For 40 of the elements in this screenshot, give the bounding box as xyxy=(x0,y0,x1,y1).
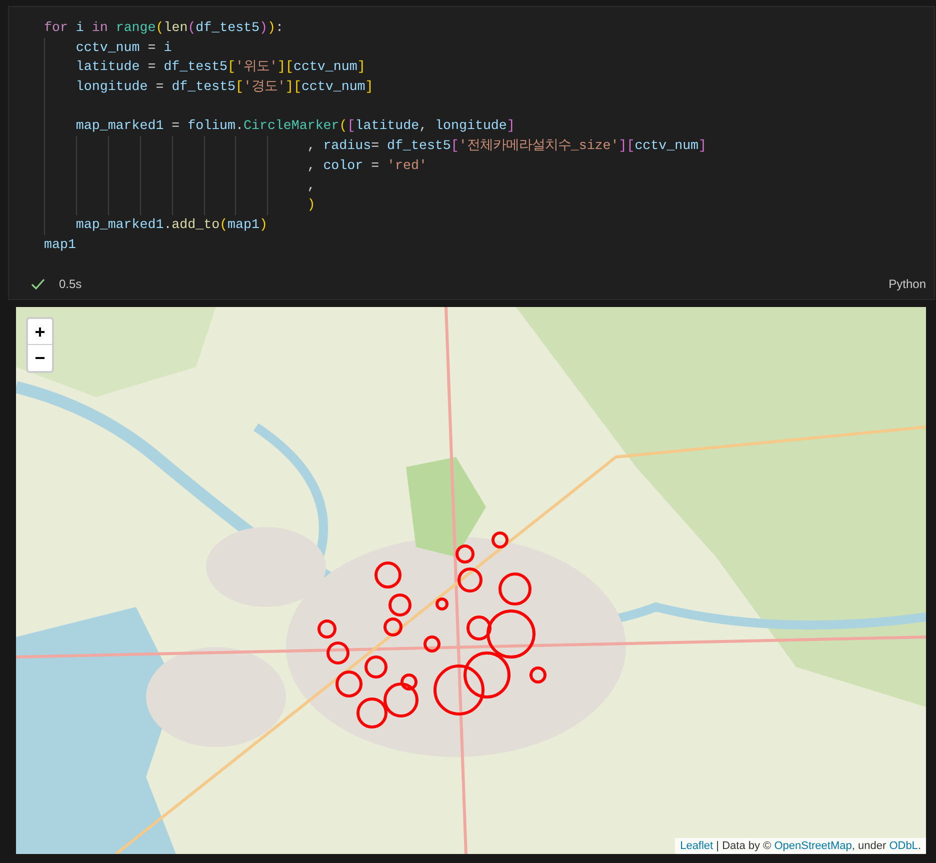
execution-time: 0.5s xyxy=(59,276,82,293)
circle-marker[interactable] xyxy=(456,544,474,564)
map-view[interactable]: + − Leaflet | Data by © OpenStreetMap, under ODbL. xyxy=(16,307,926,854)
circle-marker[interactable] xyxy=(400,674,418,690)
attribution-text: Leaflet | Data by © OpenStreetMap, under ODbL. xyxy=(675,838,926,854)
circle-marker[interactable] xyxy=(434,664,484,716)
attribution-link[interactable]: OpenStreetMap xyxy=(774,840,852,852)
circle-marker[interactable] xyxy=(318,620,336,638)
circle-marker[interactable] xyxy=(466,616,492,640)
circle-marker[interactable] xyxy=(436,598,448,610)
circle-marker[interactable] xyxy=(336,670,362,698)
circle-marker[interactable] xyxy=(374,562,402,588)
code-line: cctv_num = i xyxy=(76,38,172,57)
attribution-link[interactable]: ODbL xyxy=(889,840,918,852)
code-line: latitude = df_test5['위도'][cctv_num] xyxy=(76,58,366,76)
code-line: map_marked1.add_to(map1) xyxy=(76,216,268,234)
code-line: longitude = df_test5['경도'][cctv_num] xyxy=(76,78,374,96)
code-line: map_marked1 = folium.CircleMarker([latitude, longitude] xyxy=(76,117,515,136)
circle-marker[interactable] xyxy=(384,618,402,636)
circle-marker[interactable] xyxy=(364,656,388,678)
code-line: for i in range(len(df_test5)): xyxy=(44,19,284,37)
circle-marker[interactable] xyxy=(486,610,536,658)
circle-marker[interactable] xyxy=(326,642,350,664)
circle-marker[interactable] xyxy=(530,666,546,684)
code-line: ) xyxy=(307,196,316,214)
circle-marker[interactable] xyxy=(384,682,418,718)
circle-marker[interactable] xyxy=(498,572,532,606)
code-line: , color = 'red' xyxy=(307,156,427,175)
circle-marker[interactable] xyxy=(464,652,510,698)
circle-marker[interactable] xyxy=(458,568,482,592)
code-line: , radius= df_test5['전체카메라설치수_size'][cctv_num] xyxy=(307,137,707,156)
language-label[interactable]: Python xyxy=(888,275,926,293)
circle-marker[interactable] xyxy=(424,636,440,652)
circle-marker[interactable] xyxy=(356,698,388,728)
circle-marker[interactable] xyxy=(492,532,508,548)
circle-marker[interactable] xyxy=(388,594,412,616)
zoom-in-button[interactable]: + xyxy=(28,319,52,345)
attribution-link[interactable]: Leaflet xyxy=(680,840,714,852)
code-line: map1 xyxy=(44,236,76,254)
code-line: , xyxy=(307,176,316,194)
